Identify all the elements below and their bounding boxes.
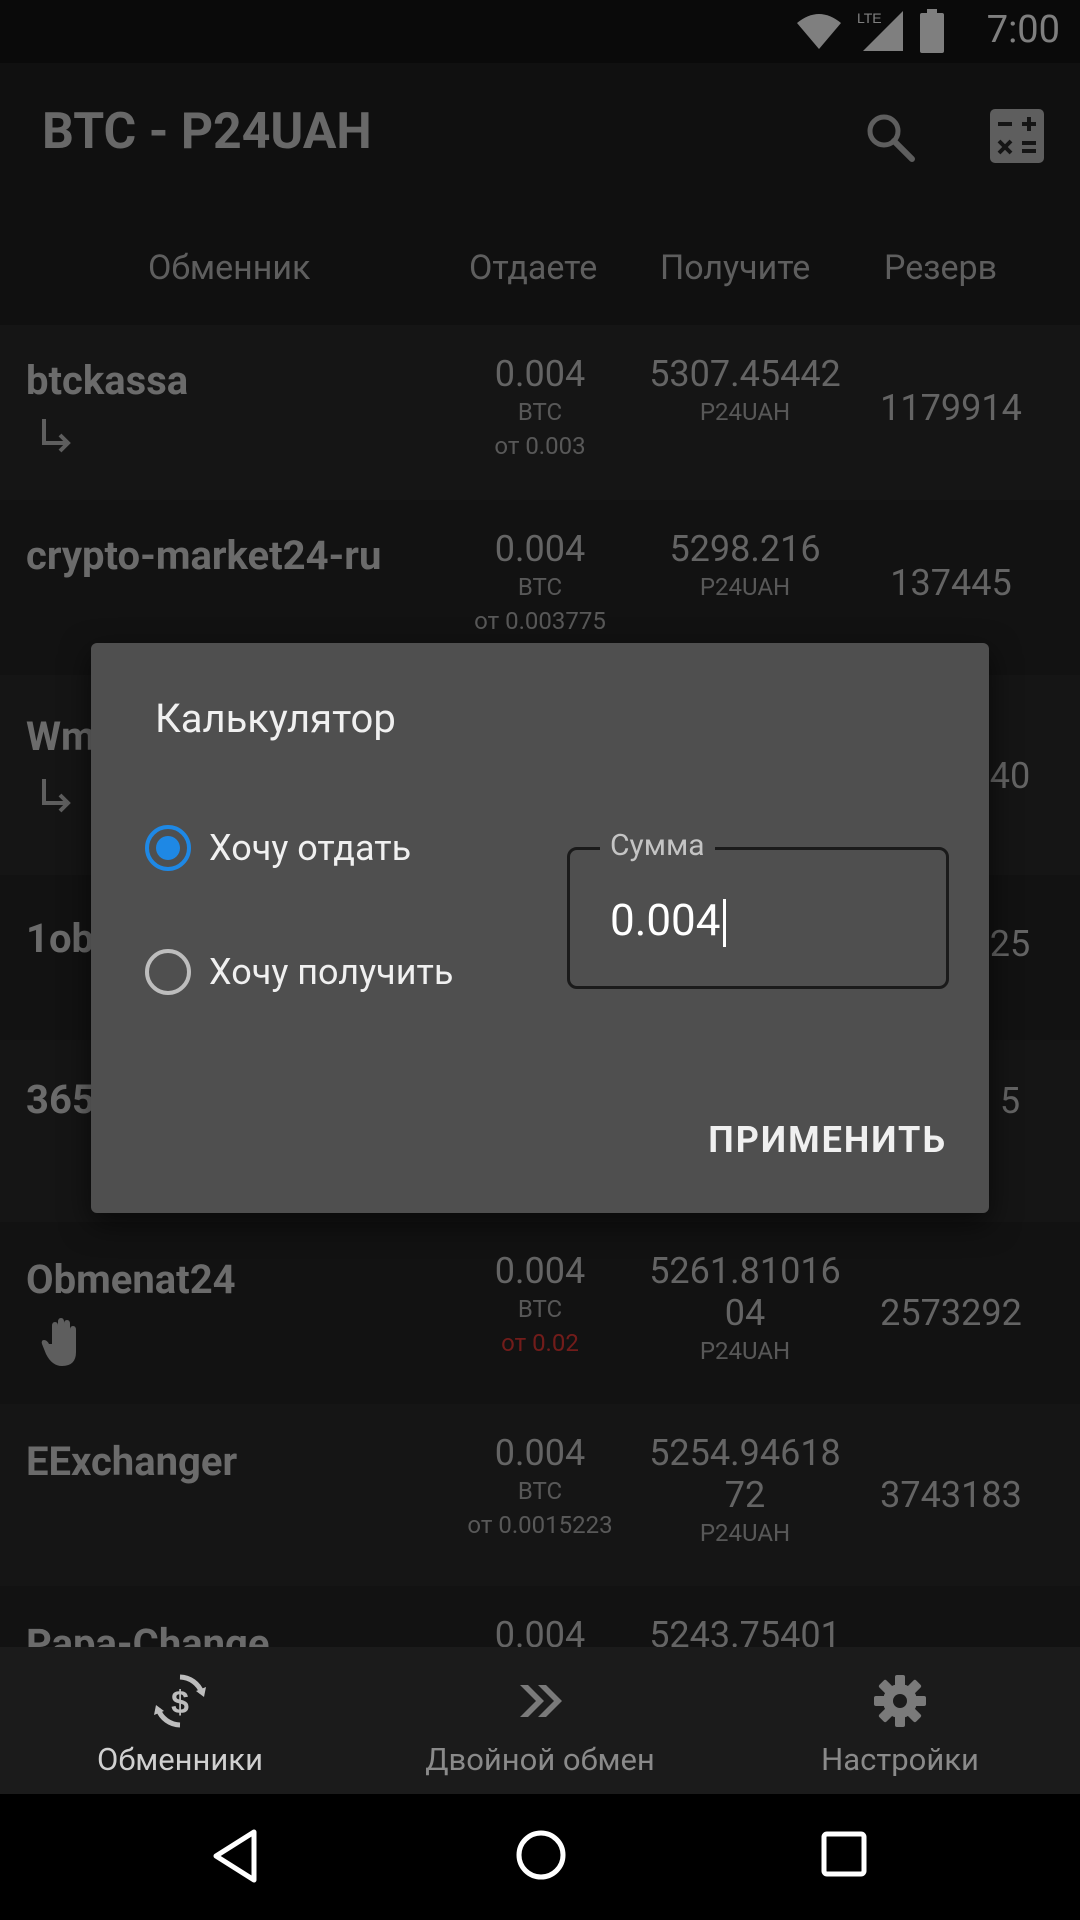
system-nav-bar	[0, 1794, 1080, 1920]
dialog-title: Калькулятор	[155, 695, 396, 742]
radio-dot	[156, 836, 180, 860]
amount-label: Сумма	[600, 828, 715, 863]
nav-double-exchange[interactable]: Двойной обмен	[360, 1647, 720, 1794]
radio-give[interactable]: Хочу отдать	[145, 825, 411, 871]
svg-text:$: $	[171, 1684, 189, 1720]
nav-settings[interactable]: Настройки	[720, 1647, 1080, 1794]
apply-button[interactable]: ПРИМЕНИТЬ	[708, 1119, 947, 1161]
recents-icon[interactable]	[820, 1830, 868, 1878]
nav-exchangers[interactable]: $ Обменники	[0, 1647, 360, 1794]
back-icon[interactable]	[210, 1828, 260, 1884]
calculator-dialog: Калькулятор Хочу отдать Хочу получить Су…	[91, 643, 989, 1213]
amount-text: 0.004	[610, 894, 721, 946]
bottom-nav: $ Обменники Двойной обмен Настройки	[0, 1647, 1080, 1794]
nav-label: Настройки	[821, 1741, 979, 1778]
radio-get-button[interactable]	[145, 949, 191, 995]
radio-give-button[interactable]	[145, 825, 191, 871]
nav-label: Обменники	[97, 1741, 263, 1778]
radio-get-label[interactable]: Хочу получить	[209, 951, 453, 993]
radio-give-label[interactable]: Хочу отдать	[209, 827, 411, 869]
amount-value[interactable]: 0.004	[610, 894, 726, 948]
gear-icon	[874, 1675, 926, 1727]
radio-get[interactable]: Хочу получить	[145, 949, 453, 995]
double-chevron-icon	[520, 1685, 562, 1717]
exchange-dollar-icon: $	[154, 1674, 206, 1728]
text-caret	[722, 899, 726, 948]
nav-label: Двойной обмен	[425, 1741, 655, 1778]
amount-input[interactable]: Сумма 0.004	[567, 828, 949, 989]
home-icon[interactable]	[514, 1828, 568, 1882]
